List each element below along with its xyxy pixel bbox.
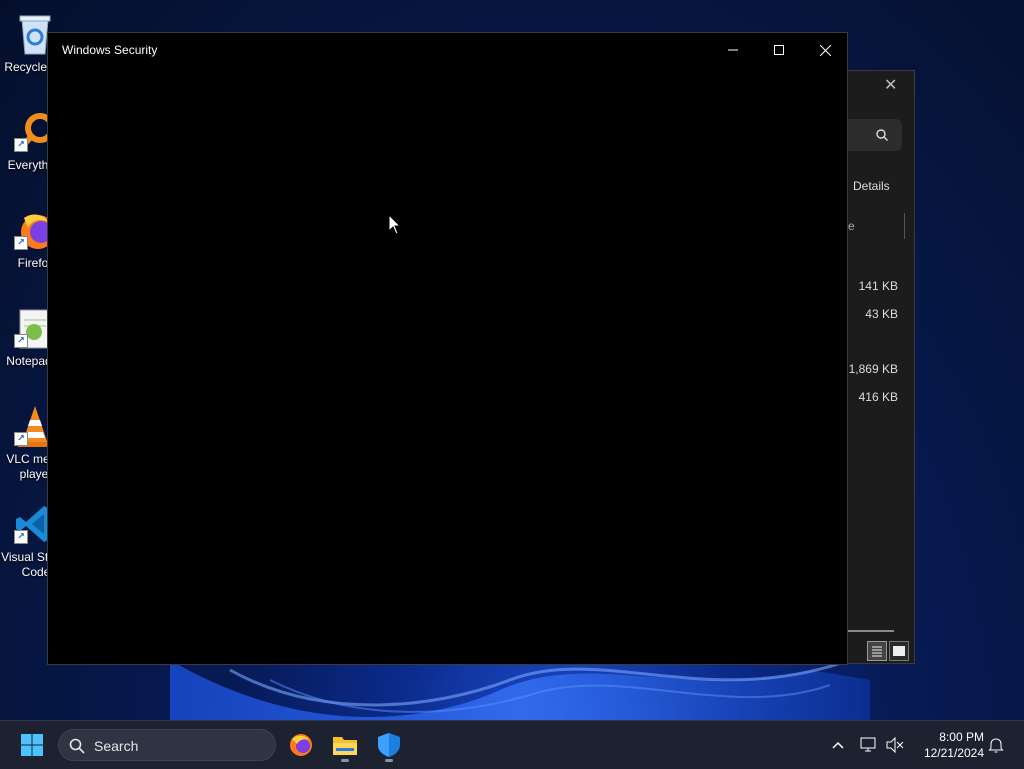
notifications-button[interactable] — [984, 733, 1008, 757]
background-explorer-window[interactable]: ✕ Details e 141 KB 43 KB 1,869 KB 416 KB — [848, 70, 915, 664]
shortcut-arrow-icon: ↗ — [14, 432, 28, 446]
network-icon — [860, 737, 876, 752]
volume-muted-icon — [886, 737, 904, 753]
taskbar-search-box[interactable]: Search — [58, 729, 276, 761]
title-bar[interactable]: Windows Security — [48, 33, 847, 67]
taskbar-windows-security-button[interactable] — [369, 725, 409, 765]
file-explorer-icon — [333, 737, 357, 755]
close-icon — [819, 44, 831, 56]
windows-security-window[interactable]: Windows Security — [47, 32, 848, 665]
taskbar-firefox-button[interactable] — [281, 725, 321, 765]
windows-security-icon — [378, 733, 400, 757]
details-view-button[interactable] — [867, 641, 887, 661]
horizontal-scrollbar[interactable] — [848, 630, 894, 632]
background-search-box[interactable] — [848, 119, 902, 151]
minimize-icon — [728, 49, 738, 51]
firefox-icon — [290, 734, 312, 756]
column-header-fragment[interactable]: e — [848, 219, 855, 233]
search-label: Search — [94, 738, 139, 754]
details-button[interactable]: Details — [853, 179, 890, 193]
shortcut-arrow-icon: ↗ — [14, 138, 28, 152]
file-size: 416 KB — [858, 390, 898, 404]
bell-icon — [988, 738, 1004, 753]
list-view-icon — [872, 646, 882, 657]
maximize-button[interactable] — [756, 33, 802, 67]
clock-time: 8:00 PM — [939, 730, 984, 744]
chevron-up-icon — [832, 741, 844, 749]
file-size: 1,869 KB — [848, 362, 898, 376]
volume-button[interactable] — [883, 733, 907, 757]
start-button[interactable] — [12, 725, 52, 765]
column-separator[interactable] — [904, 213, 905, 239]
background-close-icon[interactable]: ✕ — [884, 78, 898, 94]
file-size: 141 KB — [858, 279, 898, 293]
mouse-cursor-icon — [388, 214, 402, 235]
large-icons-view-button[interactable] — [889, 641, 909, 661]
taskbar: Search 8:00 PM 12/21/2024 — [0, 720, 1024, 769]
taskbar-file-explorer-button[interactable] — [325, 725, 365, 765]
network-status-button[interactable] — [857, 733, 881, 757]
search-icon — [876, 129, 888, 141]
windows-start-icon — [21, 734, 43, 756]
clock-date: 12/21/2024 — [923, 746, 984, 760]
running-indicator — [385, 759, 393, 762]
show-hidden-icons-button[interactable] — [826, 733, 850, 757]
minimize-button[interactable] — [710, 33, 756, 67]
close-button[interactable] — [802, 33, 848, 67]
maximize-icon — [774, 45, 784, 55]
shortcut-arrow-icon: ↗ — [14, 236, 28, 250]
shortcut-arrow-icon: ↗ — [14, 530, 28, 544]
running-indicator — [341, 759, 349, 762]
search-icon — [69, 738, 85, 754]
system-clock[interactable]: 8:00 PM 12/21/2024 — [914, 729, 984, 761]
shortcut-arrow-icon: ↗ — [14, 334, 28, 348]
window-content-area[interactable] — [48, 67, 847, 664]
window-title: Windows Security — [62, 43, 158, 57]
thumbnail-view-icon — [893, 646, 905, 656]
file-size: 43 KB — [865, 307, 898, 321]
